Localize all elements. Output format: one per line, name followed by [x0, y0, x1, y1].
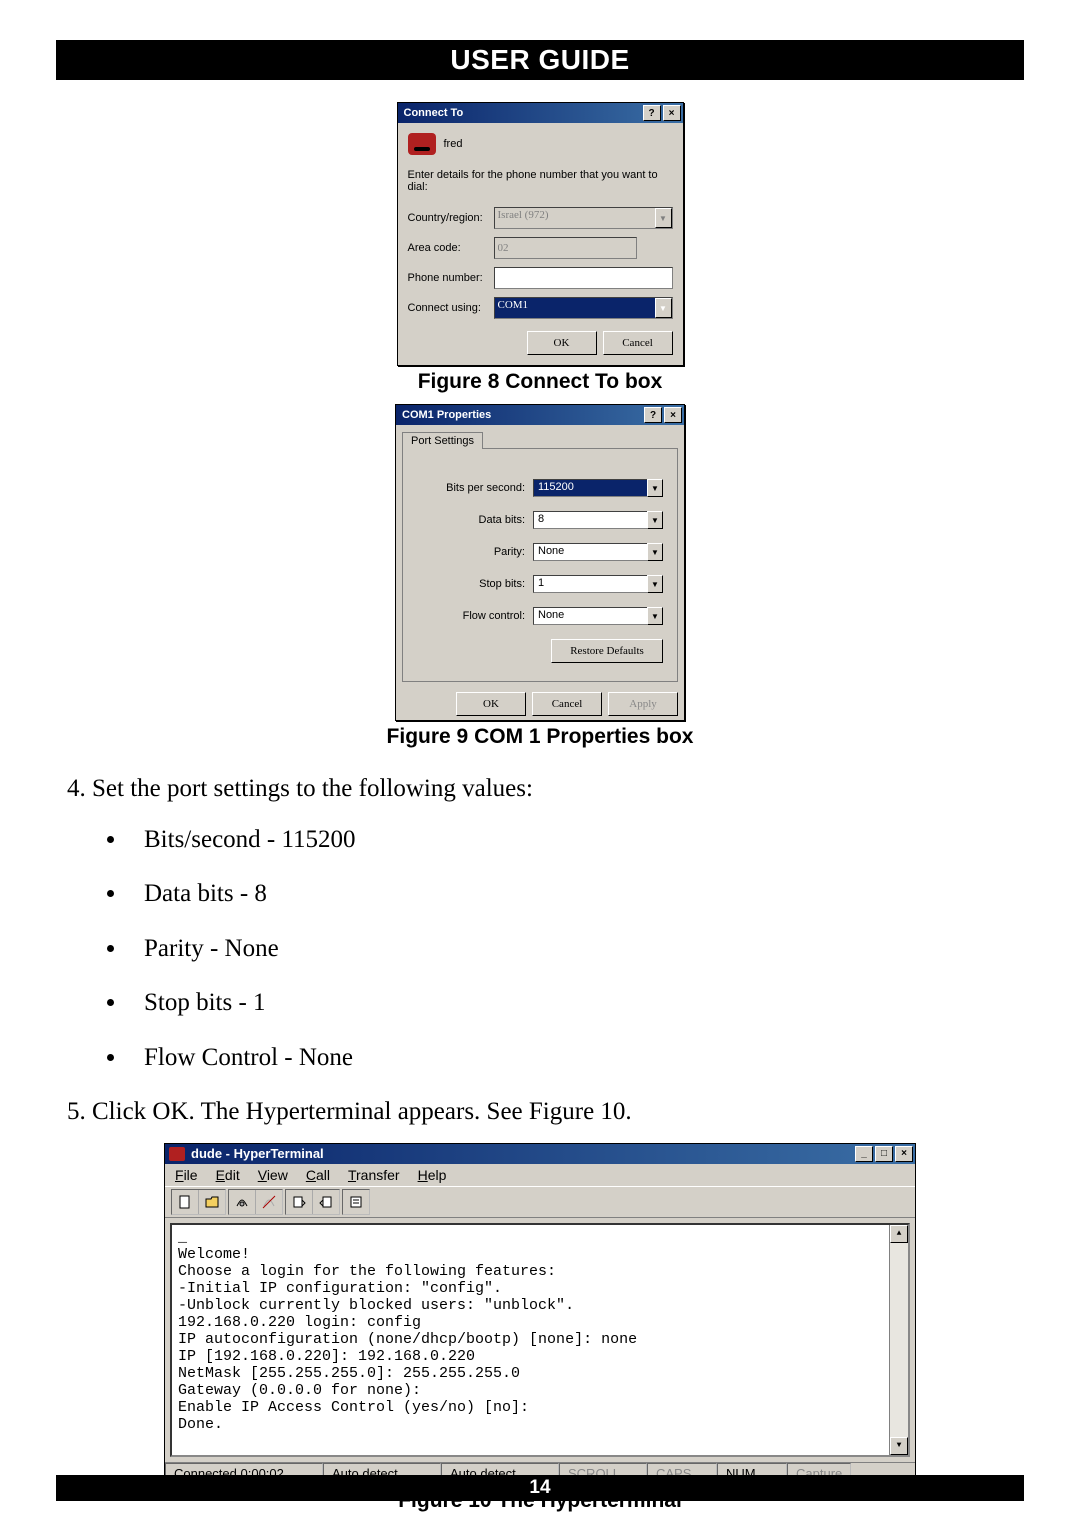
close-icon[interactable]: × [663, 105, 681, 121]
databits-select[interactable]: 8 [533, 511, 663, 529]
country-select[interactable]: Israel (972)▼ [494, 207, 673, 229]
bullet-item: Flow Control - None [128, 1042, 1024, 1075]
connect-to-dialog: Connect To ? × fred Enter details for th… [397, 102, 684, 366]
stopbits-select[interactable]: 1 [533, 575, 663, 593]
header-title: USER GUIDE [56, 40, 1024, 80]
minimize-icon[interactable]: _ [855, 1146, 873, 1162]
chevron-down-icon[interactable]: ▼ [647, 479, 663, 497]
com1-title: COM1 Properties [402, 409, 491, 421]
parity-label: Parity: [494, 546, 525, 558]
flow-select[interactable]: None [533, 607, 663, 625]
phone-icon [408, 133, 436, 155]
figure-9-caption: Figure 9 COM 1 Properties box [387, 725, 694, 749]
disconnect-icon[interactable] [256, 1190, 282, 1214]
menu-item-view[interactable]: View [258, 1167, 288, 1183]
help-icon[interactable]: ? [643, 105, 661, 121]
connect-to-title: Connect To [404, 107, 464, 119]
area-label: Area code: [408, 242, 494, 254]
chevron-down-icon[interactable]: ▼ [647, 543, 663, 561]
receive-icon[interactable] [313, 1190, 339, 1214]
help-icon[interactable]: ? [644, 407, 662, 423]
page-number: 14 [56, 1475, 1024, 1501]
scrollbar[interactable]: ▲ ▼ [889, 1225, 908, 1455]
com1-properties-dialog: COM1 Properties ? × Port Settings Bits p… [395, 404, 685, 721]
bullet-item: Stop bits - 1 [128, 987, 1024, 1020]
chevron-down-icon[interactable]: ▼ [647, 575, 663, 593]
scroll-down-icon[interactable]: ▼ [890, 1437, 908, 1455]
close-icon[interactable]: × [664, 407, 682, 423]
menu-item-help[interactable]: Help [418, 1167, 447, 1183]
figure-8-caption: Figure 8 Connect To box [418, 370, 663, 394]
country-label: Country/region: [408, 212, 494, 224]
stopbits-label: Stop bits: [479, 578, 525, 590]
connection-name: fred [444, 138, 463, 150]
connect-icon[interactable] [229, 1190, 256, 1214]
flow-label: Flow control: [463, 610, 525, 622]
chevron-down-icon[interactable]: ▼ [655, 298, 672, 318]
chevron-down-icon[interactable]: ▼ [647, 607, 663, 625]
ok-button[interactable]: OK [527, 331, 597, 355]
scroll-up-icon[interactable]: ▲ [890, 1225, 908, 1243]
new-icon[interactable] [172, 1190, 199, 1214]
phone-input[interactable] [494, 267, 673, 289]
using-label: Connect using: [408, 302, 494, 314]
close-icon[interactable]: × [895, 1146, 913, 1162]
apply-button[interactable]: Apply [608, 692, 678, 716]
app-icon [169, 1147, 185, 1161]
chevron-down-icon[interactable]: ▼ [655, 208, 672, 228]
menu-item-transfer[interactable]: Transfer [348, 1167, 400, 1183]
properties-icon[interactable] [343, 1190, 369, 1214]
dialog-instruction: Enter details for the phone number that … [408, 169, 673, 193]
menu-item-call[interactable]: Call [306, 1167, 330, 1183]
bps-label: Bits per second: [446, 482, 525, 494]
menu-item-edit[interactable]: Edit [216, 1167, 240, 1183]
maximize-icon[interactable]: □ [875, 1146, 893, 1162]
cancel-button[interactable]: Cancel [603, 331, 673, 355]
bps-select[interactable]: 115200 [533, 479, 663, 497]
step-5: Click OK. The Hyperterminal appears. See… [92, 1096, 1024, 1129]
terminal-output: _ Welcome! Choose a login for the follow… [170, 1223, 910, 1457]
chevron-down-icon[interactable]: ▼ [647, 511, 663, 529]
tab-port-settings[interactable]: Port Settings [402, 432, 483, 449]
restore-defaults-button[interactable]: Restore Defaults [551, 639, 663, 663]
send-icon[interactable] [286, 1190, 313, 1214]
step-4: Set the port settings to the following v… [92, 773, 1024, 1074]
parity-select[interactable]: None [533, 543, 663, 561]
bullet-item: Parity - None [128, 933, 1024, 966]
cancel-button[interactable]: Cancel [532, 692, 602, 716]
menu-item-file[interactable]: File [175, 1167, 198, 1183]
bullet-item: Data bits - 8 [128, 878, 1024, 911]
connect-using-select[interactable]: COM1▼ [494, 297, 673, 319]
phone-label: Phone number: [408, 272, 494, 284]
hyperterminal-window: dude - HyperTerminal _ □ × File Edit View C… [164, 1143, 916, 1485]
ok-button[interactable]: OK [456, 692, 526, 716]
area-input[interactable] [494, 237, 637, 259]
open-icon[interactable] [199, 1190, 225, 1214]
bullet-item: Bits/second - 115200 [128, 824, 1024, 857]
databits-label: Data bits: [479, 514, 525, 526]
ht-title: dude - HyperTerminal [191, 1146, 324, 1161]
